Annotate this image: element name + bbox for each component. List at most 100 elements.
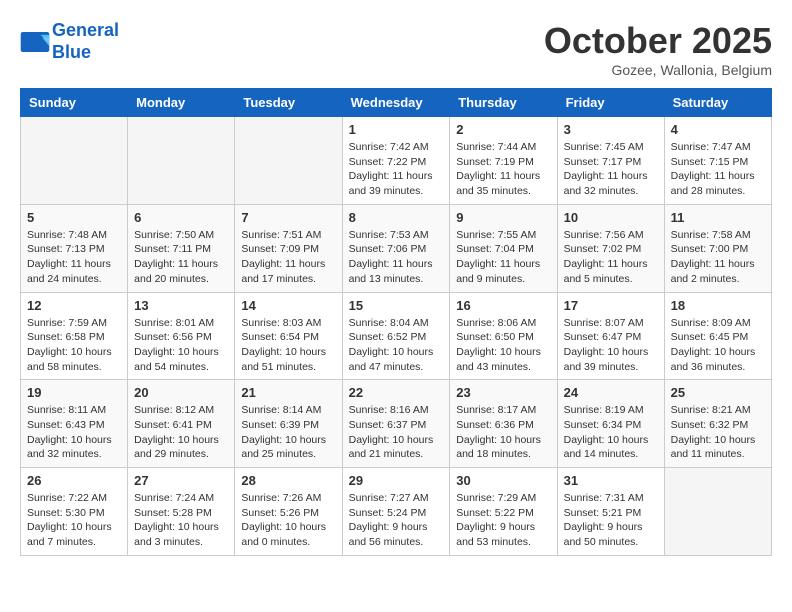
day-number: 4 bbox=[671, 122, 765, 137]
calendar-cell: 31Sunrise: 7:31 AMSunset: 5:21 PMDayligh… bbox=[557, 468, 664, 556]
calendar-cell: 19Sunrise: 8:11 AMSunset: 6:43 PMDayligh… bbox=[21, 380, 128, 468]
calendar-cell: 29 Sunrise: 7:27 AMSunset: 5:24 PMDayligh… bbox=[342, 468, 450, 556]
day-number: 27 bbox=[134, 473, 228, 488]
weekday-header: Tuesday bbox=[235, 89, 342, 117]
day-number: 7 bbox=[241, 210, 335, 225]
calendar-header-row: SundayMondayTuesdayWednesdayThursdayFrid… bbox=[21, 89, 772, 117]
calendar-week-row: 12 Sunrise: 7:59 AMSunset: 6:58 PMDayligh… bbox=[21, 292, 772, 380]
day-number: 15 bbox=[349, 298, 444, 313]
day-number: 12 bbox=[27, 298, 121, 313]
day-info: Sunrise: 8:17 AMSunset: 6:36 PMDaylight:… bbox=[456, 403, 550, 462]
day-number: 8 bbox=[349, 210, 444, 225]
calendar-cell: 27Sunrise: 7:24 AMSunset: 5:28 PMDayligh… bbox=[128, 468, 235, 556]
weekday-header: Sunday bbox=[21, 89, 128, 117]
month-title: October 2025 bbox=[544, 20, 772, 62]
calendar-cell: 25Sunrise: 8:21 AMSunset: 6:32 PMDayligh… bbox=[664, 380, 771, 468]
logo-text: General Blue bbox=[52, 20, 119, 63]
calendar-week-row: 1 Sunrise: 7:42 AMSunset: 7:22 PMDaylight… bbox=[21, 117, 772, 205]
day-info: Sunrise: 7:47 AMSunset: 7:15 PMDaylight:… bbox=[671, 140, 765, 199]
day-number: 11 bbox=[671, 210, 765, 225]
day-number: 3 bbox=[564, 122, 658, 137]
day-info: Sunrise: 8:03 AMSunset: 6:54 PMDaylight:… bbox=[241, 316, 335, 375]
calendar-cell: 2Sunrise: 7:44 AMSunset: 7:19 PMDaylight… bbox=[450, 117, 557, 205]
day-info: Sunrise: 7:51 AMSunset: 7:09 PMDaylight:… bbox=[241, 228, 335, 287]
day-number: 22 bbox=[349, 385, 444, 400]
day-info: Sunrise: 7:42 AMSunset: 7:22 PMDaylight:… bbox=[349, 140, 444, 199]
day-info: Sunrise: 7:56 AMSunset: 7:02 PMDaylight:… bbox=[564, 228, 658, 287]
page-header: General Blue October 2025 Gozee, Walloni… bbox=[20, 20, 772, 78]
day-number: 30 bbox=[456, 473, 550, 488]
weekday-header: Monday bbox=[128, 89, 235, 117]
calendar-cell: 23 Sunrise: 8:17 AMSunset: 6:36 PMDayligh… bbox=[450, 380, 557, 468]
calendar-cell: 24 Sunrise: 8:19 AMSunset: 6:34 PMDayligh… bbox=[557, 380, 664, 468]
day-info: Sunrise: 7:48 AMSunset: 7:13 PMDaylight:… bbox=[27, 228, 121, 287]
calendar-cell: 20 Sunrise: 8:12 AMSunset: 6:41 PMDayligh… bbox=[128, 380, 235, 468]
calendar-cell: 13 Sunrise: 8:01 AMSunset: 6:56 PMDayligh… bbox=[128, 292, 235, 380]
calendar-cell: 14Sunrise: 8:03 AMSunset: 6:54 PMDayligh… bbox=[235, 292, 342, 380]
calendar-cell: 9Sunrise: 7:55 AMSunset: 7:04 PMDaylight… bbox=[450, 204, 557, 292]
day-info: Sunrise: 7:26 AMSunset: 5:26 PMDaylight:… bbox=[241, 491, 335, 550]
calendar-cell: 17 Sunrise: 8:07 AMSunset: 6:47 PMDayligh… bbox=[557, 292, 664, 380]
calendar-cell bbox=[664, 468, 771, 556]
calendar-cell: 28 Sunrise: 7:26 AMSunset: 5:26 PMDayligh… bbox=[235, 468, 342, 556]
calendar-cell bbox=[128, 117, 235, 205]
day-number: 29 bbox=[349, 473, 444, 488]
day-info: Sunrise: 7:29 AMSunset: 5:22 PMDaylight:… bbox=[456, 491, 550, 550]
day-info: Sunrise: 7:27 AMSunset: 5:24 PMDaylight:… bbox=[349, 491, 444, 550]
calendar-week-row: 26 Sunrise: 7:22 AMSunset: 5:30 PMDayligh… bbox=[21, 468, 772, 556]
day-info: Sunrise: 7:22 AMSunset: 5:30 PMDaylight:… bbox=[27, 491, 121, 550]
logo-line2: Blue bbox=[52, 42, 91, 62]
day-info: Sunrise: 8:21 AMSunset: 6:32 PMDaylight:… bbox=[671, 403, 765, 462]
day-info: Sunrise: 7:55 AMSunset: 7:04 PMDaylight:… bbox=[456, 228, 550, 287]
day-info: Sunrise: 8:16 AMSunset: 6:37 PMDaylight:… bbox=[349, 403, 444, 462]
calendar-cell: 11Sunrise: 7:58 AMSunset: 7:00 PMDayligh… bbox=[664, 204, 771, 292]
calendar-cell: 12 Sunrise: 7:59 AMSunset: 6:58 PMDayligh… bbox=[21, 292, 128, 380]
weekday-header: Saturday bbox=[664, 89, 771, 117]
day-number: 23 bbox=[456, 385, 550, 400]
calendar-cell bbox=[21, 117, 128, 205]
day-info: Sunrise: 8:09 AMSunset: 6:45 PMDaylight:… bbox=[671, 316, 765, 375]
logo-line1: General bbox=[52, 20, 119, 40]
day-info: Sunrise: 8:14 AMSunset: 6:39 PMDaylight:… bbox=[241, 403, 335, 462]
day-info: Sunrise: 8:19 AMSunset: 6:34 PMDaylight:… bbox=[564, 403, 658, 462]
calendar-cell bbox=[235, 117, 342, 205]
day-info: Sunrise: 8:11 AMSunset: 6:43 PMDaylight:… bbox=[27, 403, 121, 462]
day-number: 20 bbox=[134, 385, 228, 400]
day-number: 16 bbox=[456, 298, 550, 313]
calendar-week-row: 5 Sunrise: 7:48 AMSunset: 7:13 PMDaylight… bbox=[21, 204, 772, 292]
title-block: October 2025 Gozee, Wallonia, Belgium bbox=[544, 20, 772, 78]
day-number: 28 bbox=[241, 473, 335, 488]
calendar-cell: 8 Sunrise: 7:53 AMSunset: 7:06 PMDaylight… bbox=[342, 204, 450, 292]
calendar-cell: 5 Sunrise: 7:48 AMSunset: 7:13 PMDaylight… bbox=[21, 204, 128, 292]
day-number: 5 bbox=[27, 210, 121, 225]
calendar-cell: 6 Sunrise: 7:50 AMSunset: 7:11 PMDaylight… bbox=[128, 204, 235, 292]
calendar-cell: 18 Sunrise: 8:09 AMSunset: 6:45 PMDayligh… bbox=[664, 292, 771, 380]
day-info: Sunrise: 7:53 AMSunset: 7:06 PMDaylight:… bbox=[349, 228, 444, 287]
location: Gozee, Wallonia, Belgium bbox=[544, 62, 772, 78]
day-number: 13 bbox=[134, 298, 228, 313]
day-number: 18 bbox=[671, 298, 765, 313]
weekday-header: Friday bbox=[557, 89, 664, 117]
calendar-cell: 26 Sunrise: 7:22 AMSunset: 5:30 PMDayligh… bbox=[21, 468, 128, 556]
day-number: 6 bbox=[134, 210, 228, 225]
calendar-cell: 22 Sunrise: 8:16 AMSunset: 6:37 PMDayligh… bbox=[342, 380, 450, 468]
day-info: Sunrise: 7:59 AMSunset: 6:58 PMDaylight:… bbox=[27, 316, 121, 375]
day-info: Sunrise: 7:50 AMSunset: 7:11 PMDaylight:… bbox=[134, 228, 228, 287]
day-info: Sunrise: 8:01 AMSunset: 6:56 PMDaylight:… bbox=[134, 316, 228, 375]
calendar: SundayMondayTuesdayWednesdayThursdayFrid… bbox=[20, 88, 772, 556]
day-info: Sunrise: 8:07 AMSunset: 6:47 PMDaylight:… bbox=[564, 316, 658, 375]
calendar-cell: 7 Sunrise: 7:51 AMSunset: 7:09 PMDaylight… bbox=[235, 204, 342, 292]
calendar-cell: 16Sunrise: 8:06 AMSunset: 6:50 PMDayligh… bbox=[450, 292, 557, 380]
day-number: 26 bbox=[27, 473, 121, 488]
day-number: 17 bbox=[564, 298, 658, 313]
calendar-cell: 15Sunrise: 8:04 AMSunset: 6:52 PMDayligh… bbox=[342, 292, 450, 380]
calendar-cell: 4 Sunrise: 7:47 AMSunset: 7:15 PMDaylight… bbox=[664, 117, 771, 205]
day-number: 1 bbox=[349, 122, 444, 137]
day-info: Sunrise: 8:12 AMSunset: 6:41 PMDaylight:… bbox=[134, 403, 228, 462]
calendar-cell: 1 Sunrise: 7:42 AMSunset: 7:22 PMDaylight… bbox=[342, 117, 450, 205]
calendar-cell: 3Sunrise: 7:45 AMSunset: 7:17 PMDaylight… bbox=[557, 117, 664, 205]
logo-icon bbox=[20, 32, 50, 52]
day-number: 31 bbox=[564, 473, 658, 488]
weekday-header: Wednesday bbox=[342, 89, 450, 117]
day-number: 24 bbox=[564, 385, 658, 400]
